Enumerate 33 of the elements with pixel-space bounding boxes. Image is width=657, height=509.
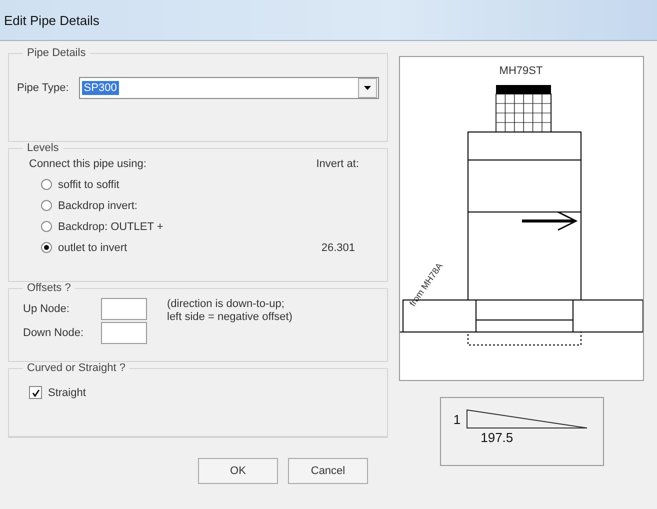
radio-button[interactable] — [41, 200, 52, 211]
slope-run: 197.5 — [480, 430, 514, 445]
note-text: (direction is down-to-up; left side = negative offset) — [167, 298, 292, 324]
radio-button[interactable] — [41, 221, 52, 232]
invert-value: 26.301 — [321, 242, 355, 254]
group-legend: Curved or Straight ? — [23, 362, 130, 374]
option-label[interactable]: Backdrop: OUTLET + — [58, 220, 164, 232]
manhole-label: MH79ST — [499, 65, 543, 77]
ok-button[interactable]: OK — [198, 458, 278, 484]
option-label[interactable]: Backdrop invert: — [58, 200, 138, 212]
group-legend: Pipe Details — [23, 47, 90, 59]
cancel-button[interactable]: Cancel — [288, 458, 368, 484]
field-label: Down Node: — [23, 327, 85, 339]
group-legend: Levels — [23, 142, 63, 154]
checkbox-label[interactable]: Straight — [48, 386, 86, 398]
pipe-type-dropdown[interactable]: SP300 — [78, 77, 379, 99]
window-title: Edit Pipe Details — [4, 12, 100, 28]
grate-drawing — [496, 85, 552, 132]
prompt-text: Connect this pipe using: — [29, 158, 146, 170]
slope-triangle-icon — [464, 408, 590, 430]
option-label[interactable]: outlet to invert — [58, 242, 128, 254]
checkbox[interactable] — [29, 386, 42, 399]
offset-field[interactable] — [101, 322, 147, 344]
slope-rise: 1 — [453, 412, 461, 427]
offset-field[interactable] — [101, 298, 147, 320]
field-label: Pipe Type: — [17, 82, 69, 94]
column-label: Invert at: — [316, 158, 359, 170]
flow-arrow-icon — [522, 211, 578, 231]
group-legend: Offsets ? — [23, 282, 75, 294]
radio-button[interactable] — [41, 242, 52, 253]
option-label[interactable]: soffit to soffit — [58, 178, 120, 190]
field-label: Up Node: — [23, 303, 70, 315]
radio-button[interactable] — [41, 179, 52, 190]
